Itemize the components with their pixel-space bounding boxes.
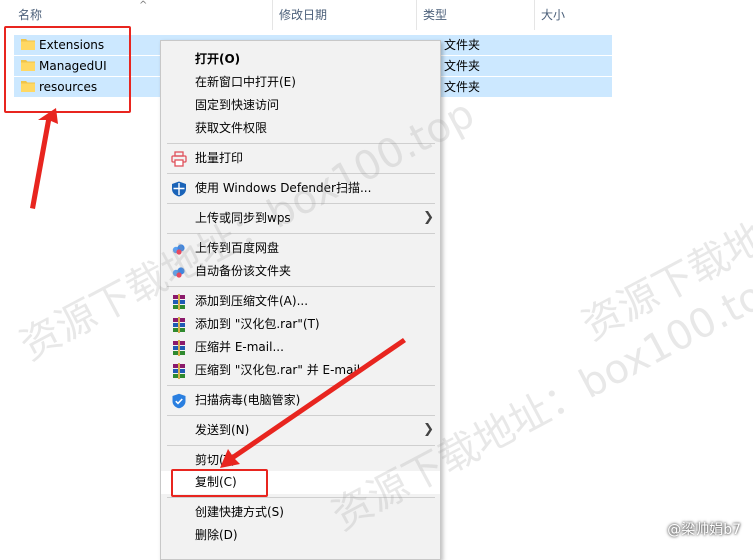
menu-item-virus-scan[interactable]: 扫描病毒(电脑管家) [161,389,440,412]
menu-item-upload-wps[interactable]: 上传或同步到wps ❯ [161,207,440,230]
menu-item-get-permissions[interactable]: 获取文件权限 [161,117,440,140]
menu-item-create-shortcut[interactable]: 创建快捷方式(S) [161,501,440,524]
tencent-shield-icon [172,393,186,409]
menu-item-label: 添加到 "汉化包.rar"(T) [195,317,320,331]
arrow-up-to-files [30,108,58,209]
menu-item-compress-email[interactable]: 压缩并 E-mail... [161,336,440,359]
menu-item-label: 打开(O) [195,52,241,66]
menu-item-label: 压缩到 "汉化包.rar" 并 E-mail [195,363,361,377]
winrar-icon [173,317,185,333]
menu-separator [167,286,435,287]
column-date[interactable]: 修改日期 [272,0,416,30]
column-type-label: 类型 [423,8,448,22]
winrar-icon [173,340,185,356]
printer-icon [171,151,187,167]
menu-item-label: 在新窗口中打开(E) [195,75,296,89]
submenu-arrow-icon: ❯ [423,422,434,437]
menu-item-defender-scan[interactable]: 使用 Windows Defender扫描... [161,177,440,200]
menu-item-delete[interactable]: 删除(D) [161,524,440,547]
column-size-label: 大小 [541,8,566,22]
menu-item-add-archive[interactable]: 添加到压缩文件(A)... [161,290,440,313]
winrar-icon [173,294,185,310]
column-type[interactable]: 类型 [416,0,534,30]
column-size[interactable]: 大小 [534,0,616,30]
copy-highlight-box [171,469,268,497]
baidu-cloud-icon [172,244,185,255]
menu-item-pin-quick-access[interactable]: 固定到快速访问 [161,94,440,117]
sort-up-icon: ^ [139,0,148,11]
menu-separator [167,173,435,174]
menu-separator [167,143,435,144]
defender-shield-icon [172,181,186,197]
menu-separator [167,445,435,446]
menu-item-label: 创建快捷方式(S) [195,505,284,519]
menu-separator [167,203,435,204]
file-type: 文件夹 [444,59,481,73]
menu-separator [167,233,435,234]
baidu-cloud-icon [172,267,185,278]
menu-item-auto-backup[interactable]: 自动备份该文件夹 [161,260,440,283]
menu-item-open-new-window[interactable]: 在新窗口中打开(E) [161,71,440,94]
menu-item-label: 固定到快速访问 [195,98,280,112]
menu-item-label: 删除(D) [195,528,238,542]
menu-separator [167,497,435,498]
menu-item-label: 压缩并 E-mail... [195,340,284,354]
menu-item-label: 上传到百度网盘 [195,241,280,255]
watermark: 资源下载地址：box100.top [574,70,753,350]
menu-item-compress-rar-email[interactable]: 压缩到 "汉化包.rar" 并 E-mail [161,359,440,382]
menu-item-add-rar[interactable]: 添加到 "汉化包.rar"(T) [161,313,440,336]
files-highlight-box [4,26,131,113]
menu-item-open[interactable]: 打开(O) [161,48,440,71]
column-name-label: 名称 [18,8,43,22]
column-date-label: 修改日期 [279,8,328,22]
file-type: 文件夹 [444,38,481,52]
author-signature: @梁帅娟b7 [667,522,741,538]
menu-item-label: 批量打印 [195,151,244,165]
menu-item-label: 发送到(N) [195,423,250,437]
menu-item-label: 自动备份该文件夹 [195,264,292,278]
menu-item-label: 添加到压缩文件(A)... [195,294,309,308]
menu-separator [167,385,435,386]
menu-item-label: 使用 Windows Defender扫描... [195,181,372,195]
menu-item-send-to[interactable]: 发送到(N) ❯ [161,419,440,442]
menu-item-label: 扫描病毒(电脑管家) [195,393,301,407]
menu-item-batch-print[interactable]: 批量打印 [161,147,440,170]
file-type: 文件夹 [444,80,481,94]
menu-item-label: 上传或同步到wps [195,211,291,225]
winrar-icon [173,363,185,379]
menu-item-label: 获取文件权限 [195,121,268,135]
menu-item-upload-baidu[interactable]: 上传到百度网盘 [161,237,440,260]
menu-separator [167,415,435,416]
submenu-arrow-icon: ❯ [423,210,434,225]
